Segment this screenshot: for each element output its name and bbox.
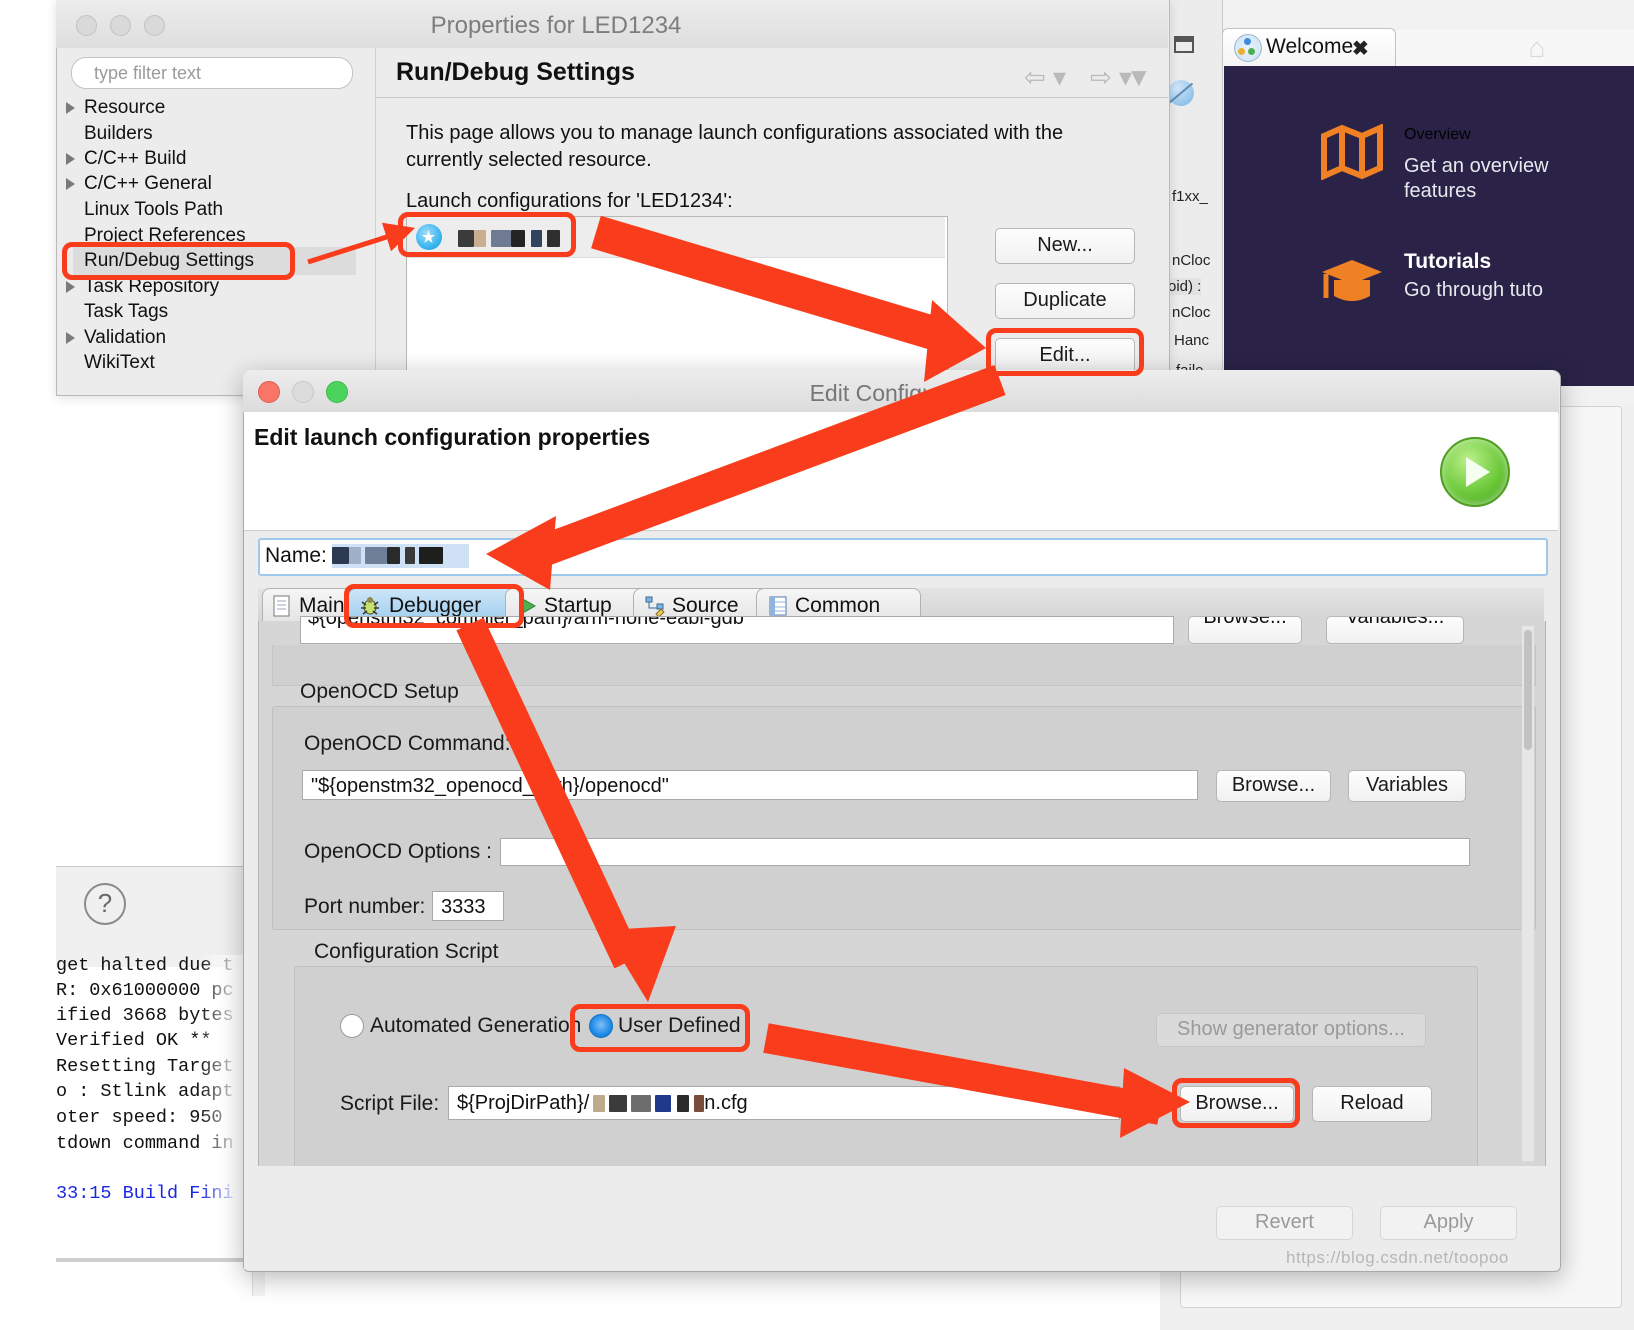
- help-icon[interactable]: ?: [84, 883, 126, 925]
- console-toolbar-card: [56, 866, 257, 967]
- highlight-script-browse-button: [1172, 1078, 1300, 1128]
- automated-generation-radio[interactable]: [340, 1014, 364, 1038]
- back-arrow-icon[interactable]: ⇦ ▾: [1024, 62, 1066, 93]
- console-bottom-divider: [56, 1258, 266, 1262]
- editor-tabbar: [1394, 30, 1634, 67]
- code-fragment: Hanc: [1174, 332, 1210, 349]
- home-icon[interactable]: ⌂: [1520, 32, 1554, 63]
- close-icon[interactable]: ✖: [1352, 36, 1369, 61]
- highlight-edit-button: [986, 328, 1144, 376]
- gdb-group-bottom: [272, 645, 1536, 686]
- globe-disabled-icon: [1168, 80, 1194, 106]
- sidebar-item-wikitext[interactable]: WikiText: [84, 352, 155, 374]
- welcome-item-subtitle: Get an overview features: [1404, 155, 1549, 202]
- filter-input[interactable]: type filter text: [71, 57, 353, 89]
- source-tree-icon: [645, 596, 665, 617]
- openocd-command-input[interactable]: "${openstm32_openocd_path}/openocd": [302, 770, 1198, 800]
- sidebar-item-resource[interactable]: Resource: [66, 97, 165, 119]
- watermark: https://blog.csdn.net/toopoo: [1286, 1248, 1509, 1267]
- welcome-item-title: Tutorials: [1404, 250, 1492, 273]
- openocd-options-label: OpenOCD Options :: [304, 840, 492, 863]
- tab-welcome-label: Welcome: [1266, 35, 1354, 58]
- graduation-cap-icon: [1322, 260, 1382, 301]
- console-line: Verified OK **: [56, 1030, 212, 1051]
- code-fragment: nCloc: [1172, 304, 1211, 321]
- welcome-item-title: Overview: [1404, 126, 1471, 143]
- openocd-options-input[interactable]: [500, 838, 1470, 866]
- welcome-item-subtitle: Go through tuto: [1404, 279, 1543, 301]
- sidebar-item-builders[interactable]: Builders: [84, 123, 153, 145]
- openocd-command-variables-button[interactable]: Variables: [1348, 770, 1466, 802]
- chevron-right-icon: [66, 178, 75, 190]
- chevron-right-icon: [66, 102, 75, 114]
- port-number-label: Port number:: [304, 895, 426, 918]
- gdb-variables-button[interactable]: Variables...: [1326, 616, 1464, 644]
- openocd-command-label: OpenOCD Command:: [304, 732, 511, 755]
- highlight-launch-config-row: [398, 212, 576, 257]
- gdb-browse-button[interactable]: Browse...: [1188, 616, 1302, 644]
- name-value-redacted: [332, 544, 469, 568]
- welcome-icon: [1234, 34, 1262, 62]
- document-icon: [273, 595, 290, 617]
- properties-window-title: Properties for LED1234: [430, 12, 682, 39]
- show-generator-options-button[interactable]: Show generator options...: [1156, 1013, 1426, 1047]
- script-file-suffix: n.cfg: [704, 1092, 748, 1114]
- name-label: Name:: [265, 544, 327, 567]
- panel-scrollbar[interactable]: [1522, 626, 1534, 1161]
- new-button[interactable]: New...: [995, 228, 1135, 264]
- sidebar-item-validation[interactable]: Validation: [66, 327, 166, 349]
- script-file-prefix: ${ProjDirPath}/: [457, 1092, 590, 1114]
- automated-generation-label: Automated Generation: [370, 1014, 582, 1037]
- script-file-input[interactable]: ${ProjDirPath}/ n.cfg: [448, 1086, 1120, 1120]
- welcome-page-body: Overview Get an overview features Tutori…: [1224, 66, 1634, 386]
- map-icon: [1321, 124, 1383, 180]
- configuration-script-title: Configuration Script: [314, 940, 499, 963]
- edit-dialog-title: Edit Configuration: [809, 380, 993, 406]
- page-title: Run/Debug Settings: [396, 58, 635, 86]
- sidebar-item-task-tags[interactable]: Task Tags: [84, 301, 168, 323]
- filter-placeholder: type filter text: [94, 63, 202, 83]
- highlight-run-debug-settings: [62, 242, 295, 280]
- edit-dialog-header-title: Edit launch configuration properties: [254, 424, 651, 450]
- chevron-right-icon: [66, 281, 75, 293]
- chevron-right-icon: [66, 332, 75, 344]
- header-divider: [376, 97, 1168, 98]
- script-file-reload-button[interactable]: Reload: [1312, 1086, 1432, 1122]
- openocd-command-browse-button[interactable]: Browse...: [1216, 770, 1331, 802]
- launch-configurations-label: Launch configurations for 'LED1234':: [406, 190, 733, 212]
- menu-chevron-down-icon[interactable]: ▼: [1126, 62, 1152, 93]
- script-file-label: Script File:: [340, 1092, 440, 1115]
- run-icon: [1440, 437, 1510, 507]
- chevron-right-icon: [66, 153, 75, 165]
- console-line: oter speed: 950: [56, 1107, 223, 1128]
- sidebar-item-cpp-build[interactable]: C/C++ Build: [66, 148, 186, 170]
- code-fragment: nCloc: [1172, 252, 1211, 269]
- code-fragment: f1xx_: [1172, 188, 1208, 205]
- table-icon: [769, 596, 787, 616]
- sidebar-item-linux-tools-path[interactable]: Linux Tools Path: [84, 199, 223, 221]
- revert-button[interactable]: Revert: [1216, 1206, 1353, 1240]
- code-fragment: oid) :: [1168, 278, 1202, 295]
- configuration-script-group: [294, 966, 1478, 1168]
- sidebar-item-cpp-general[interactable]: C/C++ General: [66, 173, 212, 195]
- highlight-debugger-tab: [344, 584, 524, 628]
- duplicate-button[interactable]: Duplicate: [995, 283, 1135, 319]
- port-number-input[interactable]: 3333: [432, 891, 504, 921]
- minimize-icon[interactable]: [1174, 36, 1198, 60]
- openocd-setup-title: OpenOCD Setup: [300, 680, 459, 703]
- page-description: This page allows you to manage launch co…: [406, 122, 1064, 171]
- highlight-user-defined-radio: [570, 1004, 750, 1052]
- apply-button[interactable]: Apply: [1380, 1206, 1517, 1240]
